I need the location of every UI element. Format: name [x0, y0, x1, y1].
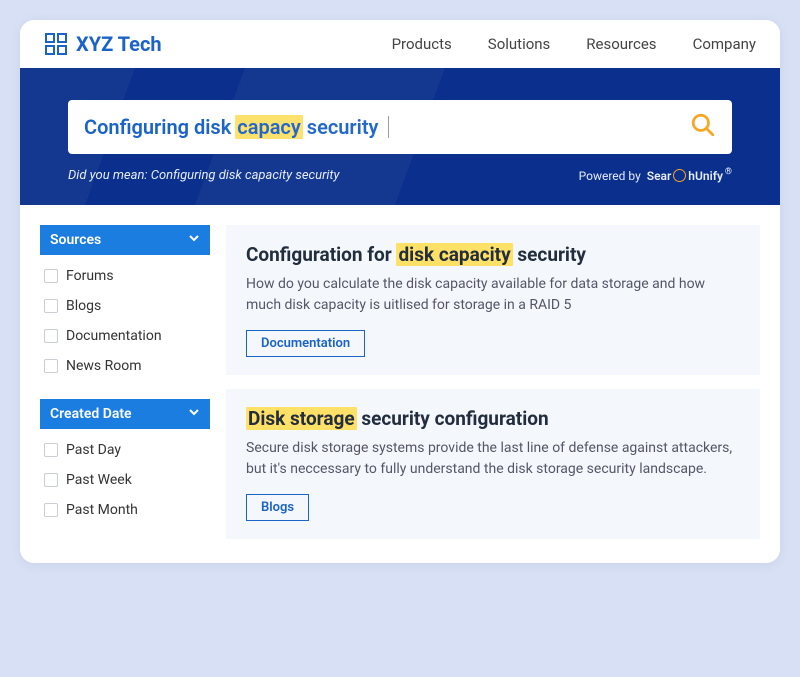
- result-title: Configuration for disk capacity security: [246, 243, 740, 266]
- facet-item-past-day[interactable]: Past Day: [40, 435, 210, 465]
- result-card[interactable]: Configuration for disk capacity security…: [226, 225, 760, 375]
- facet-header-sources[interactable]: Sources: [40, 225, 210, 255]
- did-you-mean-label: Did you mean:: [68, 168, 151, 183]
- checkbox-icon: [44, 359, 58, 373]
- facet-list-created-date: Past Day Past Week Past Month: [40, 429, 210, 543]
- content-body: Sources Forums Blogs Documentation News …: [20, 205, 780, 563]
- checkbox-icon: [44, 473, 58, 487]
- facet-list-sources: Forums Blogs Documentation News Room: [40, 255, 210, 399]
- facet-item-blogs[interactable]: Blogs: [40, 291, 210, 321]
- search-hero: Configuring disk capacy security Did you…: [20, 68, 780, 205]
- brand-logo-icon: [44, 32, 68, 56]
- did-you-mean-text: Configuring disk capacity security: [151, 168, 340, 183]
- powered-by: Powered by SearhUnify®: [579, 169, 732, 183]
- search-icon[interactable]: [690, 112, 716, 142]
- chevron-down-icon: [188, 406, 200, 422]
- search-input[interactable]: Configuring disk capacy security: [84, 115, 682, 139]
- facet-item-documentation[interactable]: Documentation: [40, 321, 210, 351]
- facet-item-forums[interactable]: Forums: [40, 261, 210, 291]
- app-frame: XYZ Tech Products Solutions Resources Co…: [20, 20, 780, 563]
- facet-item-newsroom[interactable]: News Room: [40, 351, 210, 381]
- facets-sidebar: Sources Forums Blogs Documentation News …: [40, 225, 210, 543]
- search-bar[interactable]: Configuring disk capacy security: [68, 100, 732, 154]
- searchunify-logo: SearhUnify®: [647, 169, 732, 183]
- facet-header-created-date[interactable]: Created Date: [40, 399, 210, 429]
- results-list: Configuration for disk capacity security…: [226, 225, 760, 543]
- brand-name[interactable]: XYZ Tech: [76, 32, 162, 56]
- searchunify-o-icon: [673, 169, 686, 182]
- facet-title-sources: Sources: [50, 232, 101, 248]
- search-query-typo: capacy: [235, 115, 303, 139]
- result-title-highlight: disk capacity: [396, 243, 512, 266]
- facet-title-created-date: Created Date: [50, 406, 132, 422]
- result-snippet: How do you calculate the disk capacity a…: [246, 274, 740, 316]
- chevron-down-icon: [188, 232, 200, 248]
- search-query-pre: Configuring disk: [84, 115, 231, 139]
- result-title: Disk storage security configuration: [246, 407, 740, 430]
- nav-company[interactable]: Company: [693, 35, 756, 53]
- result-snippet: Secure disk storage systems provide the …: [246, 438, 740, 480]
- checkbox-icon: [44, 299, 58, 313]
- powered-by-label: Powered by: [579, 169, 641, 183]
- result-tag-blogs[interactable]: Blogs: [246, 494, 309, 521]
- facet-item-past-week[interactable]: Past Week: [40, 465, 210, 495]
- topbar: XYZ Tech Products Solutions Resources Co…: [20, 20, 780, 68]
- nav-products[interactable]: Products: [392, 35, 452, 53]
- checkbox-icon: [44, 443, 58, 457]
- search-query-post: security: [307, 115, 379, 139]
- checkbox-icon: [44, 503, 58, 517]
- checkbox-icon: [44, 329, 58, 343]
- nav-resources[interactable]: Resources: [586, 35, 656, 53]
- result-title-highlight: Disk storage: [246, 407, 357, 430]
- facet-item-past-month[interactable]: Past Month: [40, 495, 210, 525]
- checkbox-icon: [44, 269, 58, 283]
- nav-solutions[interactable]: Solutions: [488, 35, 551, 53]
- did-you-mean[interactable]: Did you mean: Configuring disk capacity …: [68, 168, 340, 183]
- result-tag-documentation[interactable]: Documentation: [246, 330, 365, 357]
- text-cursor: [388, 116, 389, 138]
- result-card[interactable]: Disk storage security configuration Secu…: [226, 389, 760, 539]
